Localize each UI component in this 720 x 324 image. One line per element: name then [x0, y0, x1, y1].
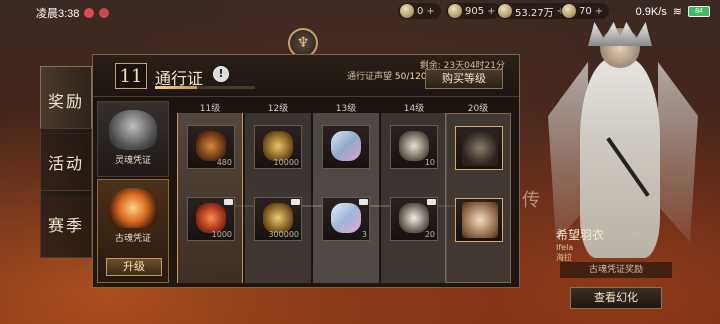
view-skin-button[interactable]: 查看幻化	[570, 287, 662, 309]
stamina-icon	[562, 4, 576, 18]
crystal-shard-icon	[331, 203, 361, 233]
wifi-icon: ≋	[672, 6, 682, 18]
premium-pass-label: 古魂凭证	[114, 234, 151, 244]
warrior-portrait-icon	[462, 130, 498, 166]
costume-name: 希望羽衣	[556, 228, 605, 242]
level-column	[445, 113, 511, 283]
gem-icon	[448, 4, 462, 18]
reward-slot[interactable]: 10000	[254, 125, 302, 169]
reward-slot[interactable]: 300000	[254, 197, 302, 241]
clock: 凌晨3:38	[36, 8, 80, 20]
reward-slot[interactable]	[322, 125, 370, 169]
tab-season[interactable]: 赛季	[40, 190, 92, 258]
reward-slot[interactable]: 10	[390, 125, 438, 169]
angel-portrait-icon	[462, 202, 498, 238]
reward-slot[interactable]: 20	[390, 197, 438, 241]
notification-icon	[84, 8, 95, 18]
lock-icon	[224, 199, 233, 205]
character-name: Ifela 海拉	[556, 243, 574, 262]
costume-logo: 传	[522, 190, 540, 211]
level-column: 10 20	[381, 113, 447, 283]
reward-tag: 古魂凭证奖励	[560, 262, 672, 278]
free-pass-label: 灵魂凭证	[114, 156, 151, 166]
level-progress-bar	[155, 86, 255, 89]
tab-events[interactable]: 活动	[40, 128, 92, 196]
app-icon	[99, 8, 110, 18]
fire-crystal-icon	[196, 203, 226, 233]
battery-icon: 84	[688, 6, 710, 17]
pass-level: 11	[115, 63, 147, 89]
gold-icon	[498, 4, 512, 18]
battle-pass-panel: 11 通行证 ! 剩余: 23天04时21分 通行证声望 50/120 购买等级…	[92, 54, 520, 288]
mask-icon	[399, 203, 429, 233]
tab-rewards[interactable]: 奖励	[40, 66, 92, 134]
reward-slot[interactable]	[455, 198, 503, 242]
reward-slot[interactable]	[455, 126, 503, 170]
premium-pass-card: 古魂凭证 升级	[97, 179, 169, 283]
level-column: 3	[313, 113, 379, 283]
resource-4[interactable]: 70 +	[560, 3, 610, 19]
reward-slot[interactable]: 3	[322, 197, 370, 241]
prestige-readout: 通行证声望 50/120	[347, 72, 427, 82]
panel-header: 11 通行证 ! 剩余: 23天04时21分 通行证声望 50/120 购买等级	[93, 55, 519, 97]
gold-ore-icon	[263, 203, 293, 233]
resource-1[interactable]: 0 +	[398, 3, 441, 19]
level-column: 480 1000	[177, 113, 243, 283]
mask-icon	[399, 131, 429, 161]
reward-slot[interactable]: 480	[187, 125, 235, 169]
resource-2[interactable]: 905 +	[446, 3, 502, 19]
info-icon[interactable]: !	[213, 66, 229, 82]
ember-gear-icon	[196, 131, 226, 161]
buy-level-button[interactable]: 购买等级	[425, 69, 503, 89]
network-speed: 0.9K/s	[635, 5, 667, 18]
lock-icon	[427, 199, 436, 205]
coin-icon	[400, 4, 414, 18]
reward-slot[interactable]: 1000	[187, 197, 235, 241]
crystal-shard-icon	[331, 131, 361, 161]
progress-fill	[155, 86, 197, 89]
skull-helm-icon	[109, 110, 157, 150]
flame-orb-icon	[109, 188, 157, 228]
upgrade-button[interactable]: 升级	[106, 258, 162, 276]
system-tray: 0.9K/s ≋ 84	[636, 5, 710, 18]
level-column: 10000 300000	[245, 113, 311, 283]
lock-icon	[359, 199, 368, 205]
free-pass-card: 灵魂凭证	[97, 101, 169, 177]
gold-ore-icon	[263, 131, 293, 161]
lock-icon	[291, 199, 300, 205]
